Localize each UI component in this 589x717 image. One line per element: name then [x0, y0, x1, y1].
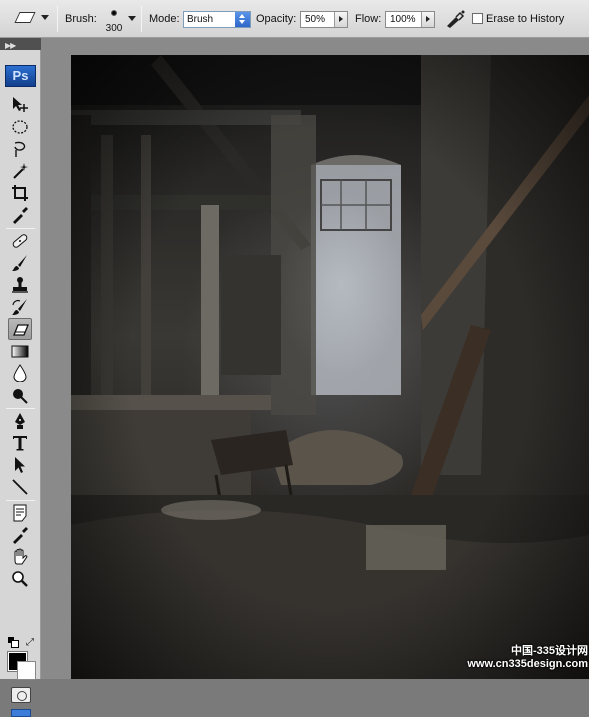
ps-logo[interactable]: Ps [5, 65, 36, 87]
bandage-icon [12, 234, 28, 248]
eraser-icon [14, 12, 36, 23]
quick-mask-button[interactable] [11, 687, 31, 703]
magic-wand-icon [13, 163, 28, 179]
brush-preset-picker[interactable]: 300 [104, 7, 124, 35]
divider [6, 408, 35, 409]
gradient-tool[interactable] [8, 340, 32, 362]
path-selection-tool[interactable] [8, 454, 32, 476]
blur-tool[interactable] [8, 362, 32, 384]
divider [6, 500, 35, 501]
background-color-swatch[interactable] [17, 661, 36, 680]
brush-tool[interactable] [8, 252, 32, 274]
opacity-label: Opacity: [256, 13, 297, 25]
gradient-icon [11, 345, 29, 358]
document-canvas[interactable] [71, 55, 589, 679]
eraser-tool[interactable] [8, 318, 32, 340]
zoom-icon [12, 571, 28, 587]
history-brush-tool[interactable] [8, 296, 32, 318]
screen-mode-button[interactable] [11, 709, 31, 717]
notes-tool[interactable] [8, 502, 32, 524]
clone-stamp-tool[interactable] [8, 274, 32, 296]
move-tool[interactable] [8, 94, 32, 116]
divider [6, 228, 35, 229]
watermark-line2: www.cn335design.com [467, 658, 588, 670]
notes-icon [13, 504, 27, 522]
swap-colors-icon[interactable]: ⤢ [26, 637, 34, 648]
lasso-icon [14, 141, 26, 157]
mode-value: Brush [187, 14, 214, 25]
type-icon [13, 436, 27, 451]
stamp-icon [12, 277, 28, 293]
chevron-down-icon[interactable] [128, 16, 136, 21]
eyedropper-tool-2[interactable] [8, 524, 32, 546]
eraser-icon [13, 324, 29, 336]
default-colors-icon[interactable] [8, 637, 19, 648]
divider [57, 6, 58, 32]
blur-icon [13, 364, 27, 382]
marquee-tool[interactable] [8, 116, 32, 138]
divider [141, 6, 142, 32]
watermark-line1: 中国-335设计网 [510, 645, 588, 657]
mode-label: Mode: [149, 13, 180, 25]
erase-to-history-label: Erase to History [486, 13, 565, 25]
brush-icon [12, 255, 27, 271]
move-icon [13, 97, 28, 112]
flow-value: 100% [390, 14, 416, 25]
path-selection-icon [15, 457, 25, 473]
eyedropper-icon [13, 527, 28, 544]
flow-slider-button[interactable] [421, 12, 434, 27]
magic-wand-tool[interactable] [8, 160, 32, 182]
crop-icon [12, 185, 28, 201]
options-bar: Brush: 300 Mode: Brush Opacity: 50% Flow… [0, 0, 589, 38]
airbrush-icon [447, 10, 465, 28]
lasso-tool[interactable] [8, 138, 32, 160]
pen-tool[interactable] [8, 410, 32, 432]
line-icon [12, 479, 28, 495]
opacity-slider-button[interactable] [334, 12, 347, 27]
eyedropper-tool[interactable] [8, 204, 32, 226]
elliptical-marquee-icon [12, 120, 28, 134]
erase-to-history-checkbox[interactable] [472, 13, 483, 24]
flow-label: Flow: [355, 13, 382, 25]
collapse-arrows-icon[interactable]: ▶▶ [5, 41, 16, 50]
dodge-icon [13, 389, 28, 404]
type-tool[interactable] [8, 432, 32, 454]
tools-panel: ▶▶ Ps ⤢ [0, 38, 41, 717]
brush-size: 300 [105, 23, 123, 34]
airbrush-button[interactable] [444, 9, 466, 29]
panel-header[interactable]: ▶▶ [0, 38, 41, 50]
dodge-tool[interactable] [8, 384, 32, 406]
opacity-value: 50% [305, 14, 326, 25]
tool-preset-picker[interactable] [13, 9, 51, 29]
pen-icon [15, 413, 25, 429]
line-tool[interactable] [8, 476, 32, 498]
history-brush-icon [12, 299, 27, 315]
brush-tip-icon [111, 10, 117, 16]
flow-field[interactable]: 100% [385, 11, 435, 28]
hand-tool[interactable] [8, 546, 32, 568]
abandoned-factory-image [71, 55, 589, 679]
chevron-down-icon [41, 15, 49, 20]
brush-label: Brush: [65, 13, 97, 25]
mode-select[interactable]: Brush [183, 11, 251, 28]
crop-tool[interactable] [8, 182, 32, 204]
spinner-icon [235, 12, 250, 27]
watermark: 中国-335设计网 www.cn335design.com [460, 645, 588, 673]
hand-icon [14, 548, 28, 565]
eyedropper-icon [13, 207, 28, 224]
healing-brush-tool[interactable] [8, 230, 32, 252]
zoom-tool[interactable] [8, 568, 32, 590]
opacity-field[interactable]: 50% [300, 11, 348, 28]
